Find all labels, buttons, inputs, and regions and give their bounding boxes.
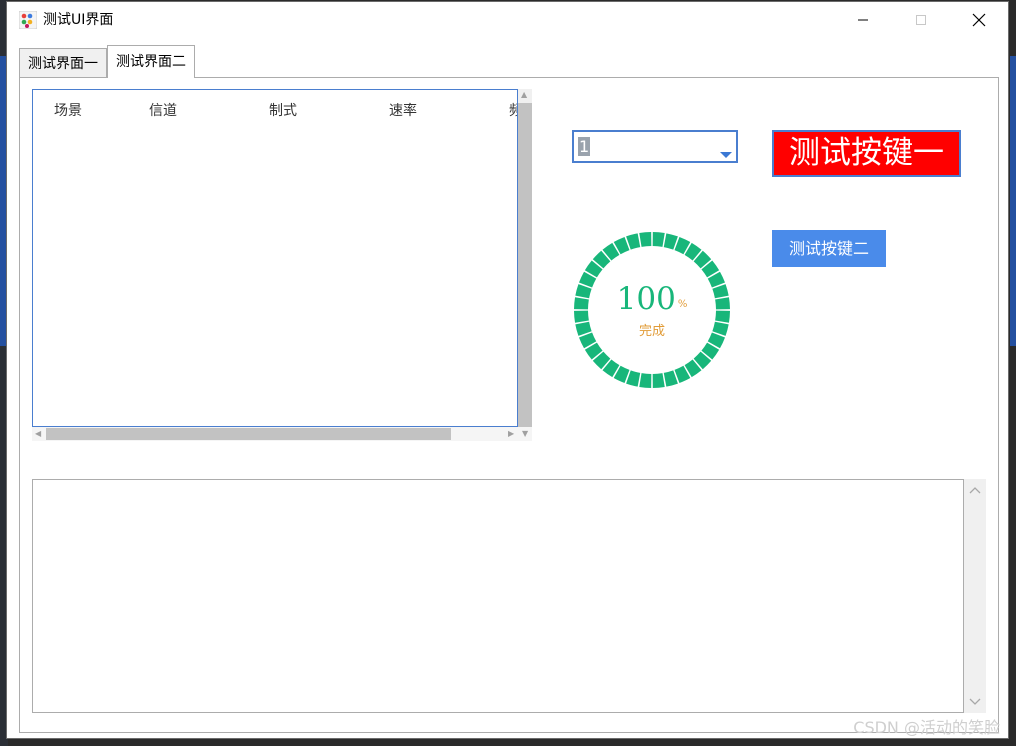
tab-bar: 测试界面一 测试界面二 xyxy=(19,45,195,78)
scroll-down-icon[interactable]: ▼ xyxy=(522,429,528,439)
log-text-area[interactable] xyxy=(32,479,964,713)
progress-ring-segment xyxy=(639,373,652,388)
title-bar[interactable]: 测试UI界面 xyxy=(7,2,1008,38)
watermark: CSDN @活动的笑脸 xyxy=(853,718,1000,737)
progress-ring-segment xyxy=(652,373,665,388)
minimize-button[interactable] xyxy=(834,2,892,38)
progress-label: 完成 xyxy=(638,324,665,339)
scroll-left-icon[interactable]: ◀ xyxy=(35,429,41,439)
tab-page-two[interactable]: 测试界面二 xyxy=(107,45,195,78)
progress-number: 100 xyxy=(616,281,676,317)
scroll-up-icon[interactable] xyxy=(969,485,981,495)
combo-box[interactable]: 1 xyxy=(572,130,738,163)
test-button-one[interactable]: 测试按键一 xyxy=(772,130,961,177)
progress-unit: % xyxy=(677,299,688,310)
column-header-partial[interactable]: 频 xyxy=(509,100,517,120)
scroll-right-icon[interactable]: ▶ xyxy=(508,429,514,439)
progress-ring: 100% 完成 xyxy=(572,230,732,390)
progress-ring-segment xyxy=(639,232,652,247)
column-header-channel[interactable]: 信道 xyxy=(149,100,177,120)
log-vertical-scrollbar[interactable] xyxy=(964,479,986,713)
close-button[interactable] xyxy=(950,2,1008,38)
scroll-down-icon[interactable] xyxy=(969,697,981,707)
maximize-button[interactable] xyxy=(892,2,950,38)
close-icon xyxy=(972,13,986,27)
combo-selected-value: 1 xyxy=(578,137,591,156)
minimize-icon xyxy=(858,19,868,21)
column-header-rate[interactable]: 速率 xyxy=(389,100,417,120)
tab-panel: 场景 信道 制式 速率 频 ▲ ◀ ▶ ▼ 1 测试按键一 测试按键二 100% xyxy=(19,77,999,733)
list-header: 场景 信道 制式 速率 频 xyxy=(33,90,517,126)
main-window: 测试UI界面 测试界面一 测试界面二 场景 信道 制式 速率 频 ▲ ◀ ▶ ▼… xyxy=(6,1,1009,739)
desktop-background-right xyxy=(1010,56,1016,346)
maximize-icon xyxy=(916,15,926,25)
window-title: 测试UI界面 xyxy=(43,12,114,28)
progress-value: 100% xyxy=(572,282,732,322)
tab-page-one[interactable]: 测试界面一 xyxy=(19,48,107,78)
progress-ring-segment xyxy=(652,232,665,247)
list-horizontal-scroll-thumb[interactable] xyxy=(46,428,451,440)
list-vertical-scrollbar[interactable]: ▲ xyxy=(518,89,532,427)
chevron-down-icon[interactable] xyxy=(720,152,732,158)
column-header-scene[interactable]: 场景 xyxy=(54,100,82,120)
list-view[interactable]: 场景 信道 制式 速率 频 xyxy=(32,89,518,427)
column-header-mode[interactable]: 制式 xyxy=(269,100,297,120)
app-colored-dots-icon xyxy=(19,11,37,29)
test-button-two[interactable]: 测试按键二 xyxy=(772,230,886,267)
scroll-up-icon[interactable]: ▲ xyxy=(521,90,527,100)
list-horizontal-scrollbar[interactable]: ◀ ▶ ▼ xyxy=(32,427,532,441)
list-vertical-scroll-thumb[interactable] xyxy=(518,103,532,427)
